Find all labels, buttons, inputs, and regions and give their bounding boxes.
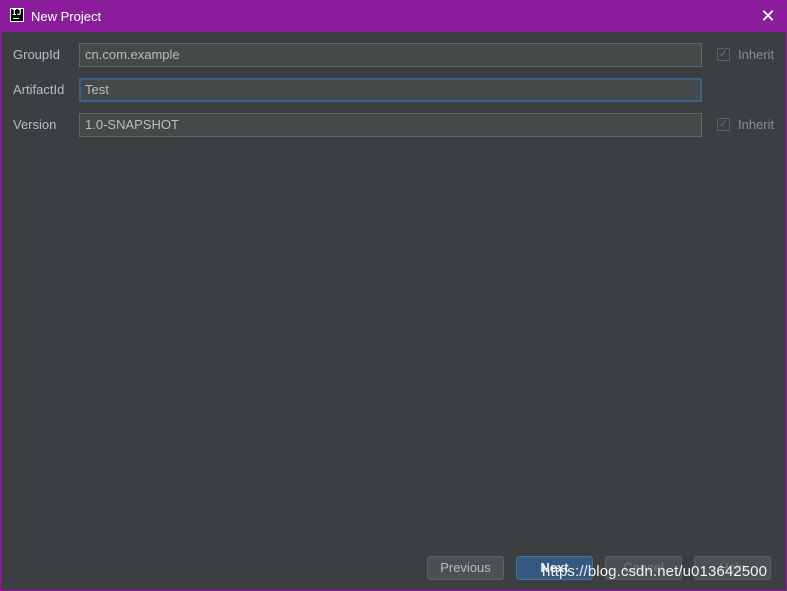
watermark-text: https://blog.csdn.net/u013642500 [542,563,768,580]
title-bar: IJ New Project ✕ [1,1,786,32]
inherit-label: Inherit [738,47,775,62]
groupid-label: GroupId [13,47,60,62]
new-project-dialog: IJ New Project ✕ GroupId cn.com.example … [0,0,787,591]
previous-button[interactable]: Previous [427,556,504,580]
check-icon: ✓ [717,48,730,61]
close-icon[interactable]: ✕ [756,5,780,27]
artifactid-input[interactable]: Test [79,78,702,102]
window-title: New Project [31,9,102,24]
artifactid-label: ArtifactId [13,82,65,97]
intellij-idea-icon: IJ [10,8,24,22]
inherit-label: Inherit [738,117,775,132]
check-icon: ✓ [717,118,730,131]
version-input[interactable]: 1.0-SNAPSHOT [79,113,702,137]
version-label: Version [13,117,57,132]
groupid-input[interactable]: cn.com.example [79,43,702,67]
